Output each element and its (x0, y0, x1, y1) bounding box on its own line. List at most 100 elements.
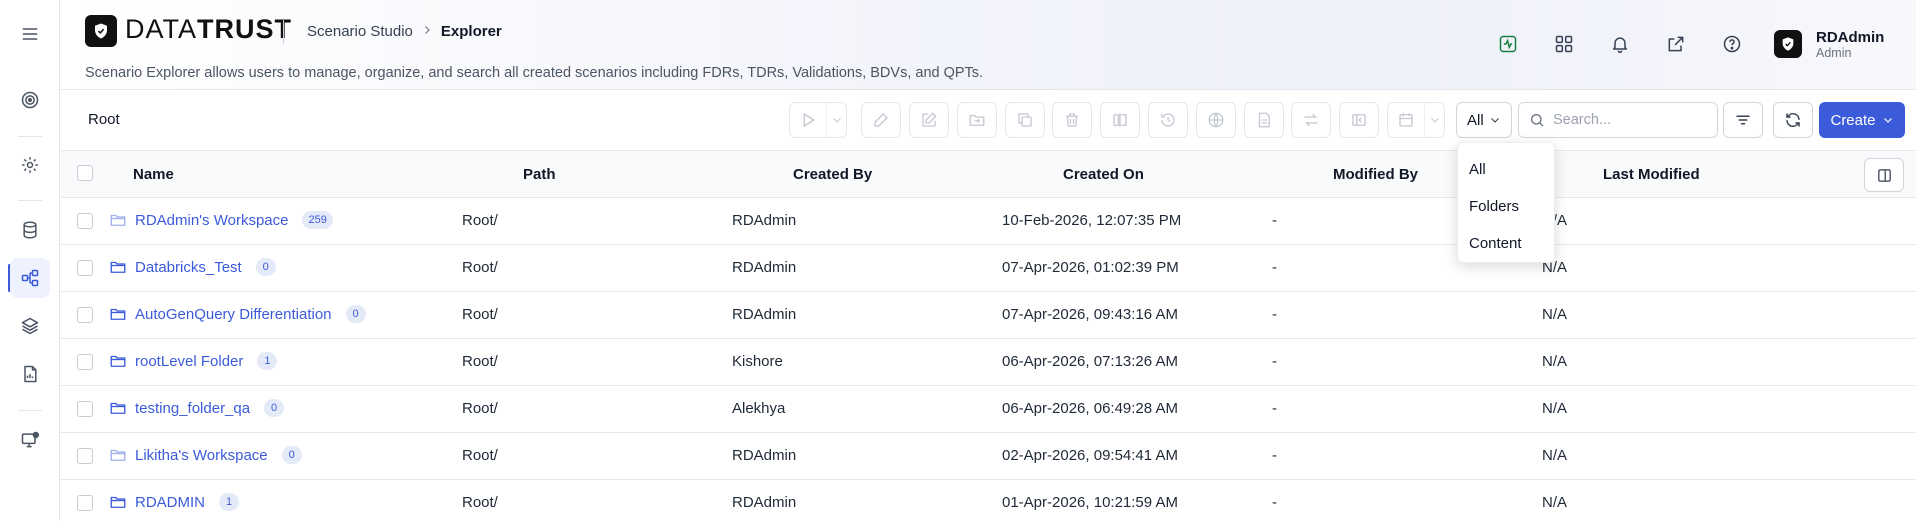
menu-item-content[interactable]: Content (1458, 225, 1554, 262)
folder-name-link[interactable]: Likitha's Workspace (135, 447, 268, 464)
row-checkbox[interactable] (77, 354, 93, 370)
row-checkbox[interactable] (77, 260, 93, 276)
folder-name-link[interactable]: Databricks_Test (135, 259, 242, 276)
logo-shield-icon[interactable] (85, 15, 117, 47)
search-input[interactable] (1553, 112, 1703, 128)
cell-created-on: 01-Apr-2026, 10:21:59 AM (1002, 494, 1178, 511)
row-checkbox[interactable] (77, 448, 93, 464)
grid-icon[interactable] (1552, 32, 1576, 56)
column-header-name[interactable]: Name (133, 166, 174, 183)
item-count-badge: 0 (345, 305, 366, 323)
cell-created-by: RDAdmin (732, 494, 797, 511)
chevron-down-icon[interactable] (1424, 103, 1444, 137)
schedule-split-button[interactable] (1387, 102, 1445, 138)
menu-item-all[interactable]: All (1458, 151, 1554, 188)
run-split-button[interactable] (789, 102, 847, 138)
cell-last-modified: N/A (1542, 353, 1568, 370)
compare-icon[interactable] (1100, 102, 1140, 138)
history-icon[interactable] (1148, 102, 1188, 138)
edit-note-icon[interactable] (909, 102, 949, 138)
gear-icon[interactable] (10, 145, 50, 185)
breadcrumb-parent[interactable]: Scenario Studio (307, 23, 413, 40)
cell-created-on: 10-Feb-2026, 12:07:35 PM (1002, 212, 1182, 229)
folder-icon (110, 402, 126, 414)
column-header-path[interactable]: Path (523, 166, 556, 183)
cell-name: testing_folder_qa 0 (109, 399, 285, 417)
table-row[interactable]: testing_folder_qa 0 Root/Alekhya 06-Apr-202… (61, 386, 1916, 433)
folder-name-link[interactable]: rootLevel Folder (135, 353, 243, 370)
cell-name: Likitha's Workspace 0 (109, 446, 302, 464)
column-header-modified-by[interactable]: Modified By (1333, 166, 1418, 183)
table-row[interactable]: Likitha's Workspace 0 Root/RDAdmin 02-Apr-2… (61, 433, 1916, 480)
search-box[interactable] (1518, 102, 1718, 138)
folder-name-link[interactable]: RDADMIN (135, 494, 205, 511)
column-header-created-on[interactable]: Created On (1063, 166, 1144, 183)
cell-path: Root/ (462, 306, 498, 323)
menu-icon[interactable] (10, 14, 50, 54)
avatar[interactable] (1774, 30, 1802, 58)
folder-icon (110, 214, 126, 226)
trash-icon[interactable] (1052, 102, 1092, 138)
breadcrumb-current: Explorer (440, 23, 502, 40)
select-all-checkbox[interactable] (77, 165, 93, 181)
chevron-down-icon[interactable] (826, 103, 846, 137)
table-row[interactable]: RDADMIN 1 Root/RDAdmin 01-Apr-2026, 10:21:5… (61, 480, 1916, 521)
filter-button[interactable] (1723, 102, 1763, 138)
row-checkbox[interactable] (77, 213, 93, 229)
report-icon[interactable] (10, 354, 50, 394)
cell-created-by: Alekhya (732, 400, 786, 417)
cell-created-by: RDAdmin (732, 212, 797, 229)
folder-name-link[interactable]: RDAdmin's Workspace (135, 212, 288, 229)
copy-icon[interactable] (1005, 102, 1045, 138)
bell-icon[interactable] (1608, 32, 1632, 56)
cell-last-modified: N/A (1542, 494, 1568, 511)
folder-name-link[interactable]: AutoGenQuery Differentiation (135, 306, 332, 323)
current-folder-label: Root (88, 111, 120, 128)
cell-modified-by: - (1272, 494, 1277, 511)
cell-name: rootLevel Folder 1 (109, 352, 278, 370)
calendar-icon[interactable] (1388, 103, 1424, 137)
table-row[interactable]: AutoGenQuery Differentiation 0 Root/RDAdmi… (61, 292, 1916, 339)
document-icon[interactable] (1244, 102, 1284, 138)
cell-created-by: RDAdmin (732, 306, 797, 323)
refresh-icon (1786, 112, 1800, 128)
first-page-icon[interactable] (1339, 102, 1379, 138)
user-name[interactable]: RDAdmin (1816, 29, 1884, 46)
column-header-created-by[interactable]: Created By (793, 166, 872, 183)
row-checkbox[interactable] (77, 495, 93, 511)
table-row[interactable]: rootLevel Folder 1 Root/Kishore 06-Apr-2026… (61, 339, 1916, 386)
hierarchy-icon[interactable] (10, 258, 50, 298)
create-button[interactable]: Create (1819, 102, 1905, 138)
item-count-badge: 259 (302, 211, 333, 229)
item-count-badge: 1 (257, 352, 278, 370)
globe-icon[interactable] (1196, 102, 1236, 138)
move-to-folder-icon[interactable] (957, 102, 997, 138)
database-icon[interactable] (10, 210, 50, 250)
external-link-icon[interactable] (1664, 32, 1688, 56)
chevron-down-icon (1883, 118, 1892, 123)
layers-icon[interactable] (10, 306, 50, 346)
pencil-icon[interactable] (861, 102, 901, 138)
table-row[interactable]: RDAdmin's Workspace 259 Root/RDAdmin 10-Feb… (61, 198, 1916, 245)
row-checkbox[interactable] (77, 401, 93, 417)
cell-path: Root/ (462, 494, 498, 511)
filter-lines-icon (1736, 115, 1750, 125)
target-icon[interactable] (10, 80, 50, 120)
table-row[interactable]: Databricks_Test 0 Root/RDAdmin 07-Apr-2026,… (61, 245, 1916, 292)
help-icon[interactable] (1720, 32, 1744, 56)
sidebar-divider (18, 200, 42, 201)
swap-icon[interactable] (1291, 102, 1331, 138)
monitor-icon[interactable] (10, 420, 50, 460)
cell-modified-by: - (1272, 259, 1277, 276)
type-filter-select[interactable]: All (1456, 102, 1512, 138)
sidebar (0, 0, 60, 521)
play-icon[interactable] (790, 103, 826, 137)
row-checkbox[interactable] (77, 307, 93, 323)
column-settings-button[interactable] (1864, 158, 1904, 192)
column-header-last-modified[interactable]: Last Modified (1603, 166, 1700, 183)
refresh-button[interactable] (1773, 102, 1813, 138)
sidebar-divider (18, 410, 42, 411)
activity-icon[interactable] (1496, 32, 1520, 56)
menu-item-folders[interactable]: Folders (1458, 188, 1554, 225)
folder-name-link[interactable]: testing_folder_qa (135, 400, 250, 417)
